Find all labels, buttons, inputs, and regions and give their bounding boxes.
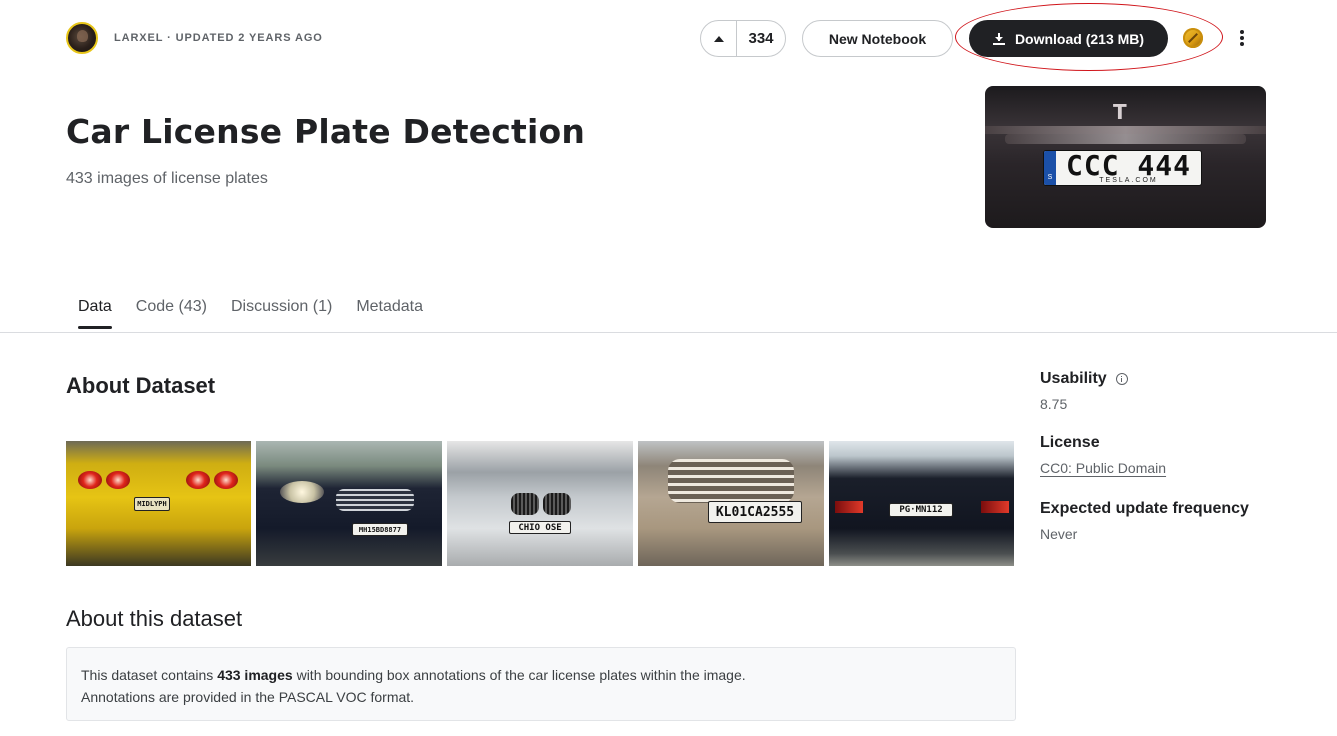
tab-metadata[interactable]: Metadata xyxy=(356,298,423,327)
download-label: Download (213 MB) xyxy=(1014,30,1145,47)
dataset-description: This dataset contains 433 images with bo… xyxy=(66,647,1016,721)
license-link[interactable]: CC0: Public Domain xyxy=(1040,460,1166,476)
tab-code[interactable]: Code (43) xyxy=(136,298,207,327)
description-line-2: Annotations are provided in the PASCAL V… xyxy=(81,689,415,705)
avatar[interactable] xyxy=(66,22,98,54)
new-notebook-button[interactable]: New Notebook xyxy=(802,20,953,57)
medal-icon[interactable] xyxy=(1183,28,1203,48)
sample-gallery: MIDLYPH MH15BD8877 CHIO OSE KL01CA2555 P… xyxy=(66,441,1014,566)
vote-count: 334 xyxy=(748,30,774,47)
page-title: Car License Plate Detection xyxy=(66,112,586,151)
more-options-icon[interactable] xyxy=(1232,28,1252,48)
tab-discussion[interactable]: Discussion (1) xyxy=(231,298,332,327)
upvote-button[interactable] xyxy=(701,21,737,56)
sample-image-yellow-corvette: MIDLYPH xyxy=(66,441,251,566)
usability-value: 8.75 xyxy=(1040,396,1068,412)
cover-license-plate: S CCC 444 TESLA.COM xyxy=(1043,150,1202,186)
tab-bar: Data Code (43) Discussion (1) Metadata xyxy=(66,298,435,329)
page-subtitle: 433 images of license plates xyxy=(66,170,268,187)
about-dataset-heading: About Dataset xyxy=(66,373,216,398)
sample-image-silver-bmw: CHIO OSE xyxy=(447,441,633,566)
owner-meta: LARXEL · UPDATED 2 YEARS AGO xyxy=(114,32,323,44)
tesla-logo-icon: T xyxy=(1113,100,1127,124)
license-label: License xyxy=(1040,434,1100,451)
update-frequency-label: Expected update frequency xyxy=(1040,500,1249,517)
sample-image-black-mercedes: PG·MN112 xyxy=(829,441,1014,566)
usability-label: Usability xyxy=(1040,370,1300,388)
info-icon[interactable] xyxy=(1115,373,1128,385)
update-frequency-value: Never xyxy=(1040,526,1078,542)
download-button[interactable]: Download (213 MB) xyxy=(969,20,1168,57)
cover-image: T S CCC 444 TESLA.COM xyxy=(985,86,1266,228)
caret-up-icon xyxy=(713,35,724,42)
sample-image-suzuki: KL01CA2555 xyxy=(638,441,824,566)
tabs-divider xyxy=(0,332,1337,333)
about-this-dataset-heading: About this dataset xyxy=(66,606,243,631)
sample-image-blue-mercedes: MH15BD8877 xyxy=(256,441,442,566)
download-icon xyxy=(992,32,1005,45)
owner-header: LARXEL · UPDATED 2 YEARS AGO xyxy=(66,22,323,54)
description-line-1: This dataset contains 433 images with bo… xyxy=(81,667,746,683)
dataset-sidebar: Usability 8.75 License CC0: Public Domai… xyxy=(1040,370,1300,564)
tab-data[interactable]: Data xyxy=(78,298,112,329)
upvote-control: 334 xyxy=(700,20,786,57)
